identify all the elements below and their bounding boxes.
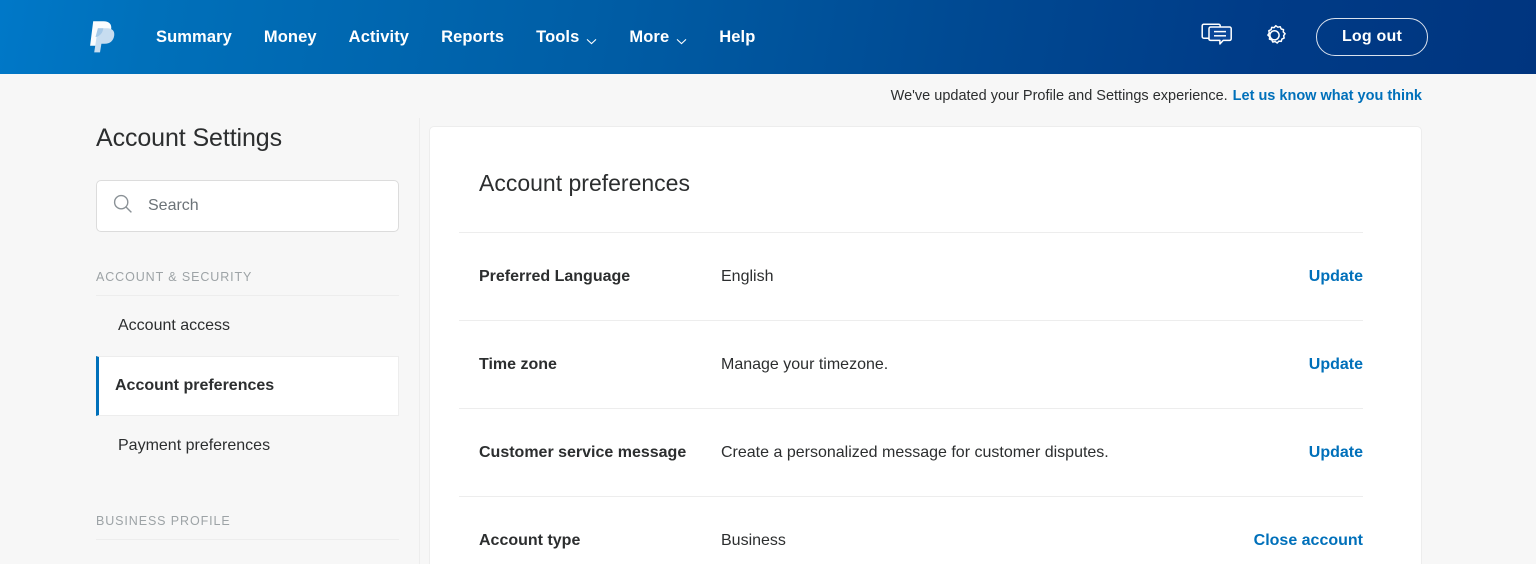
nav-link-activity-label: Activity (349, 28, 409, 47)
nav-link-activity[interactable]: Activity (333, 20, 425, 55)
nav-link-more[interactable]: More (613, 20, 703, 55)
row-value: Manage your timezone. (721, 356, 1309, 374)
row-label: Time zone (479, 356, 721, 374)
chevron-down-icon (676, 33, 687, 44)
sidebar-item-account-preferences[interactable]: Account preferences (96, 356, 399, 416)
paypal-logo[interactable] (88, 19, 118, 55)
logout-button[interactable]: Log out (1316, 18, 1428, 56)
messages-icon[interactable] (1201, 22, 1233, 52)
notice-text: We've updated your Profile and Settings … (891, 88, 1228, 104)
sidebar-item-label: Account access (118, 317, 230, 335)
nav-link-help-label: Help (719, 28, 755, 47)
nav-link-summary[interactable]: Summary (156, 20, 248, 55)
sidebar-item-label: Payment preferences (118, 437, 270, 455)
nav-link-help[interactable]: Help (703, 20, 771, 55)
search-icon (112, 193, 134, 220)
update-timezone-link[interactable]: Update (1309, 356, 1363, 374)
row-label: Preferred Language (479, 268, 721, 286)
main-nav-links: Summary Money Activity Reports Tools Mor… (156, 20, 1201, 55)
sidebar-item-label: Account preferences (115, 377, 274, 395)
table-row: Preferred Language English Update (459, 232, 1363, 320)
close-account-link[interactable]: Close account (1254, 532, 1363, 550)
page-body: Account Settings ACCOUNT & SECURITY Acco… (0, 118, 1536, 564)
sidebar-item-payment-preferences[interactable]: Payment preferences (96, 416, 399, 476)
update-customer-service-message-link[interactable]: Update (1309, 444, 1363, 462)
nav-link-money-label: Money (264, 28, 317, 47)
nav-link-tools[interactable]: Tools (520, 20, 613, 55)
content-area: Account preferences Preferred Language E… (420, 118, 1536, 564)
experience-update-notice: We've updated your Profile and Settings … (0, 74, 1536, 118)
search-input[interactable] (148, 197, 348, 215)
nav-link-reports[interactable]: Reports (425, 20, 520, 55)
row-label: Account type (479, 532, 721, 550)
settings-sidebar: Account Settings ACCOUNT & SECURITY Acco… (0, 118, 420, 564)
sidebar-section-account-security: ACCOUNT & SECURITY (96, 270, 399, 296)
nav-link-reports-label: Reports (441, 28, 504, 47)
row-value: Business (721, 532, 1254, 550)
nav-link-money[interactable]: Money (248, 20, 333, 55)
table-row: Time zone Manage your timezone. Update (459, 320, 1363, 408)
paypal-logo-icon (88, 19, 118, 55)
row-value: Create a personalized message for custom… (721, 444, 1309, 462)
gear-icon[interactable] (1259, 22, 1290, 53)
row-value: English (721, 268, 1309, 286)
table-row: Customer service message Create a person… (459, 408, 1363, 496)
page-title: Account Settings (96, 124, 419, 153)
account-preferences-card: Account preferences Preferred Language E… (429, 126, 1422, 564)
top-navigation-bar: Summary Money Activity Reports Tools Mor… (0, 0, 1536, 74)
nav-link-more-label: More (629, 28, 669, 47)
preferences-list: Preferred Language English Update Time z… (459, 232, 1363, 564)
row-label: Customer service message (479, 444, 721, 462)
card-title: Account preferences (459, 127, 1363, 197)
feedback-link[interactable]: Let us know what you think (1233, 88, 1422, 104)
nav-link-tools-label: Tools (536, 28, 579, 47)
nav-right-actions: Log out (1201, 18, 1428, 56)
update-language-link[interactable]: Update (1309, 268, 1363, 286)
chevron-down-icon (586, 33, 597, 44)
nav-link-summary-label: Summary (156, 28, 232, 47)
search-box[interactable] (96, 180, 399, 232)
table-row: Account type Business Close account (459, 496, 1363, 564)
sidebar-section-business-profile: BUSINESS PROFILE (96, 514, 399, 540)
sidebar-item-account-access[interactable]: Account access (96, 296, 399, 356)
